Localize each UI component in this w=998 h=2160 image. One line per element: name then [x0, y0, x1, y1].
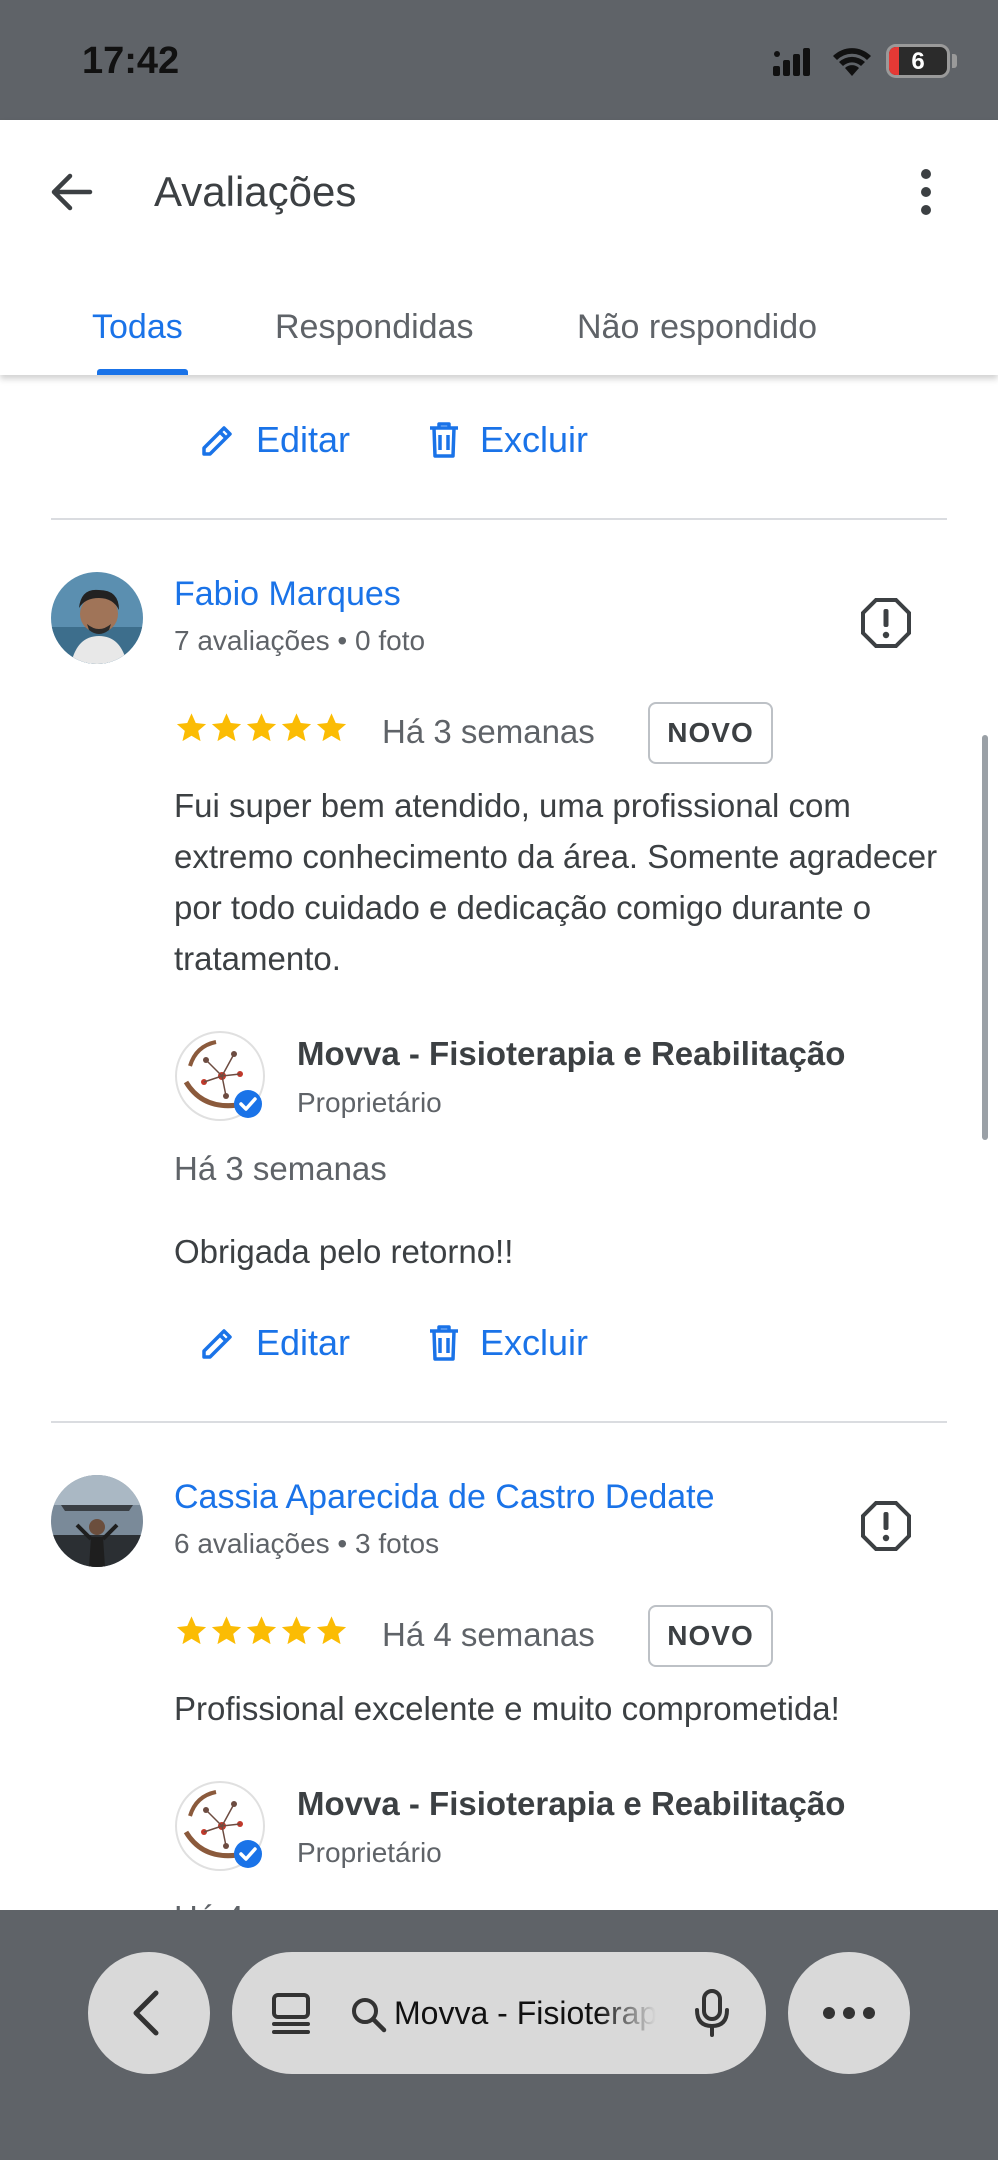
- reply-date: Há 4: [174, 1899, 244, 1910]
- avatar[interactable]: [51, 572, 143, 664]
- delete-button[interactable]: Excluir: [426, 410, 588, 470]
- trash-icon: [430, 1325, 458, 1361]
- edit-label: Editar: [256, 419, 351, 460]
- tab-nao-respondido[interactable]: Não respondido: [577, 290, 817, 375]
- tabs-icon: [272, 1993, 310, 2034]
- business-logo: [175, 1781, 265, 1871]
- star-icon: [176, 1616, 207, 1645]
- battery-level: 6: [911, 48, 925, 75]
- review-text: Profissional excelente e muito compromet…: [174, 1690, 840, 1727]
- url-text[interactable]: Movva - Fisioterapia e Reabilitação: [394, 1995, 656, 2039]
- app-header: Avaliações Todas Respondidas Não respond…: [0, 120, 998, 375]
- star-icon: [211, 713, 242, 742]
- edit-button[interactable]: Editar: [198, 410, 350, 470]
- tab-todas[interactable]: Todas: [92, 290, 183, 375]
- arrow-back-icon[interactable]: [40, 160, 104, 224]
- wifi-icon: [833, 48, 871, 76]
- delete-label: Excluir: [480, 1322, 589, 1363]
- search-icon: [352, 1998, 387, 2033]
- reviewer-name[interactable]: Cassia Aparecida de Castro Dedate: [174, 1478, 715, 1517]
- reply-text: Obrigada pelo retorno!!: [174, 1233, 514, 1270]
- cellular-signal-icon: [773, 48, 810, 76]
- avatar[interactable]: [51, 1475, 143, 1567]
- owner-role: Proprietário: [297, 1087, 442, 1118]
- reply-date: Há 3 semanas: [174, 1150, 387, 1187]
- edit-button[interactable]: Editar: [198, 1313, 350, 1373]
- edit-icon: [202, 426, 232, 456]
- star-rating: [174, 1613, 349, 1653]
- more-horiz-icon: [823, 2007, 875, 2019]
- edit-label: Editar: [256, 1322, 351, 1363]
- new-badge: NOVO: [648, 1605, 773, 1667]
- browser-back-button[interactable]: [88, 1952, 210, 2074]
- star-icon: [211, 1616, 242, 1645]
- chevron-left-icon: [133, 1990, 159, 2036]
- divider: [51, 518, 947, 520]
- owner-name: Movva - Fisioterapia e Reabilitação: [297, 1785, 846, 1822]
- browser-toolbar: Movva - Fisioterapia e Reabilitação: [0, 1910, 998, 2160]
- new-badge: NOVO: [648, 702, 773, 764]
- star-icon: [246, 713, 277, 742]
- review-date: Há 3 semanas: [382, 713, 595, 750]
- star-icon: [246, 1616, 277, 1645]
- scrollbar[interactable]: [982, 735, 988, 1140]
- owner-name: Movva - Fisioterapia e Reabilitação: [297, 1035, 846, 1072]
- status-time: 17:42: [82, 40, 180, 82]
- star-icon: [281, 713, 312, 742]
- reviewer-name[interactable]: Fabio Marques: [174, 575, 401, 614]
- microphone-icon[interactable]: [692, 1988, 732, 2038]
- status-bar: 17:42 6: [0, 0, 998, 120]
- browser-menu-button[interactable]: [788, 1952, 910, 2074]
- star-icon: [316, 1616, 347, 1645]
- tab-respondidas[interactable]: Respondidas: [275, 290, 473, 375]
- trash-icon: [430, 422, 458, 458]
- report-icon[interactable]: [860, 1500, 912, 1552]
- battery-icon: 6: [886, 44, 950, 78]
- business-logo: [175, 1031, 265, 1121]
- divider: [51, 1421, 947, 1423]
- review-date: Há 4 semanas: [382, 1616, 595, 1653]
- report-icon[interactable]: [860, 597, 912, 649]
- tab-bar: Todas Respondidas Não respondido: [0, 290, 998, 375]
- star-icon: [316, 713, 347, 742]
- star-rating: [174, 710, 349, 750]
- more-vert-icon[interactable]: [906, 160, 946, 224]
- delete-button[interactable]: Excluir: [426, 1313, 588, 1373]
- star-icon: [176, 713, 207, 742]
- reviews-list: Editar Excluir Fabio Marques 7 avaliaçõe…: [0, 375, 998, 1910]
- edit-icon: [202, 1329, 232, 1359]
- reviewer-meta: 6 avaliações • 3 fotos: [174, 1528, 440, 1559]
- delete-label: Excluir: [480, 419, 589, 460]
- owner-role: Proprietário: [297, 1837, 442, 1868]
- reviewer-meta: 7 avaliações • 0 foto: [174, 625, 426, 656]
- page-title: Avaliações: [154, 168, 357, 215]
- tab-indicator: [97, 369, 188, 375]
- review-text: Fui super bem atendido, uma profissional…: [174, 787, 938, 977]
- star-icon: [281, 1616, 312, 1645]
